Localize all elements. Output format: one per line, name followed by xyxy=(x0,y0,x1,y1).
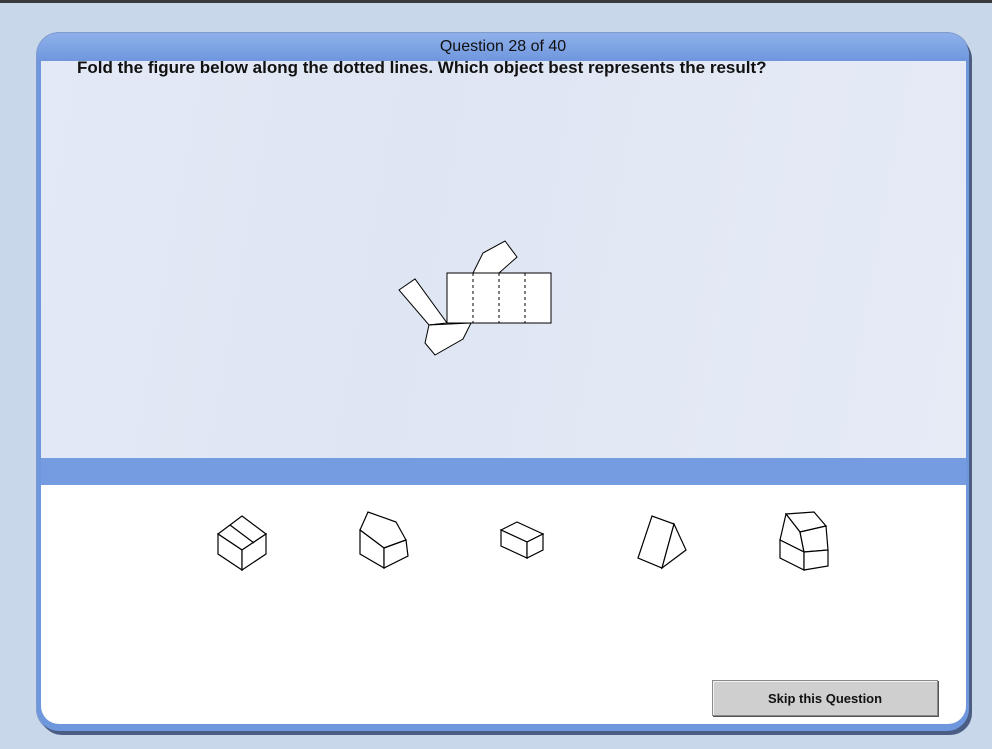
folding-net-figure xyxy=(398,240,552,356)
question-text: Fold the figure below along the dotted l… xyxy=(77,58,767,77)
answer-option-4[interactable] xyxy=(636,510,692,574)
skip-question-button[interactable]: Skip this Question xyxy=(712,680,938,716)
quiz-panel: Question 28 of 40 xyxy=(37,33,969,731)
answer-option-5[interactable] xyxy=(776,510,832,574)
window-top-border xyxy=(0,0,992,3)
section-divider xyxy=(41,458,966,485)
answer-option-3[interactable] xyxy=(497,510,553,566)
answer-option-2[interactable] xyxy=(356,510,412,574)
answer-option-1[interactable] xyxy=(214,510,270,574)
question-counter: Question 28 of 40 xyxy=(439,38,567,55)
